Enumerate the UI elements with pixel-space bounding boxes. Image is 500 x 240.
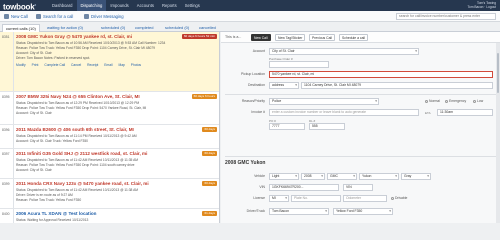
vehicle-section-title: 2008 GMC Yukon: [225, 160, 266, 166]
editor-toolbar: This is a... New Call New Tag/Sticker Pr…: [221, 32, 500, 43]
nav-settings[interactable]: Settings: [181, 0, 204, 11]
call-title[interactable]: 2011 Mazda B2600 @ 406 south 6th street,…: [16, 127, 134, 132]
call-title[interactable]: 2006 Acura TL XDAN @ Test location: [16, 211, 96, 216]
call-title[interactable]: 2007 BMW 325i Navy N24 @ 655 Clinton Ave…: [16, 94, 140, 99]
call-row[interactable]: 8397 2011 Infiniti G35 Gold SHJ @ 2112 w…: [0, 149, 219, 179]
vin-decode-button[interactable]: VIN: [343, 184, 373, 191]
tab-scheduled[interactable]: scheduled (0): [98, 24, 128, 32]
schedule-call-button[interactable]: Schedule a call: [339, 34, 368, 41]
cancel-link[interactable]: Cancel: [71, 63, 81, 67]
driver-select[interactable]: Tom Bacon: [269, 208, 329, 215]
nav-impounds[interactable]: Impounds: [106, 0, 132, 11]
eta-badge: 61 days: [202, 211, 217, 216]
vin-input[interactable]: 1GKFK66947R200...: [269, 184, 339, 191]
call-title[interactable]: 2008 GMC Yukon Gray @ 5470 yankee rd, st…: [16, 34, 132, 39]
vehicle-color-select[interactable]: Gray: [401, 173, 431, 180]
scroll-thumb[interactable]: [497, 53, 499, 93]
modify-link[interactable]: Modify: [16, 63, 26, 67]
call-row[interactable]: 8399 2011 Honda CRX Navy 123x @ 5470 yan…: [0, 179, 219, 209]
search-icon: [36, 14, 41, 19]
user-info[interactable]: Tom's Towing Tom Bacon · Logout: [467, 1, 496, 9]
license-row: License MI Plate No. Odometer Drivable: [221, 195, 500, 203]
nav-reports[interactable]: Reports: [158, 0, 181, 11]
call-list: 8351 2008 GMC Yukon Gray @ 5470 yankee r…: [0, 32, 220, 223]
email-link[interactable]: Email: [104, 63, 112, 67]
previous-call-button[interactable]: Previous Call: [309, 34, 335, 41]
tab-waiting[interactable]: waiting for action (0): [44, 24, 86, 32]
priority-normal-radio[interactable]: Normal: [425, 99, 440, 103]
po-number-input[interactable]: 7777: [269, 123, 305, 130]
top-bar: towbook6 Dashboard Dispatching Impounds …: [0, 0, 500, 12]
account-select[interactable]: City of St. Clair: [269, 48, 419, 55]
destination-row: Destination address 1104 Carney Drive, S…: [221, 82, 500, 90]
nav-dispatching[interactable]: Dispatching: [76, 0, 107, 11]
top-nav: Dashboard Dispatching Impounds Accounts …: [48, 0, 204, 11]
invoice-input[interactable]: enter a custom invoice number or leave b…: [269, 109, 419, 116]
destination-type-select[interactable]: address: [269, 82, 299, 89]
tab-completed[interactable]: completed: [132, 24, 156, 32]
license-state-select[interactable]: MI: [269, 195, 289, 202]
search-call-button[interactable]: Search for a call: [36, 13, 73, 20]
call-editor: This is a... New Call New Tag/Sticker Pr…: [221, 32, 500, 223]
call-title[interactable]: 2011 Honda CRX Navy 123x @ 5470 yankee r…: [16, 181, 149, 186]
eta-badge: 60 days: [202, 181, 217, 186]
eta-badge: 60 days: [202, 127, 217, 132]
tab-current-calls[interactable]: current calls (10): [2, 24, 40, 32]
priority-low-radio[interactable]: Low: [473, 99, 483, 103]
eta-input[interactable]: 11:30am: [437, 109, 493, 116]
map-link[interactable]: Map: [118, 63, 124, 67]
call-tabs: current calls (10) waiting for action (0…: [0, 22, 500, 32]
receipt-link[interactable]: Receipt: [87, 63, 98, 67]
drivable-checkbox[interactable]: Drivable: [391, 196, 407, 200]
priority-emergency-radio[interactable]: Emergency: [445, 99, 466, 103]
global-search-input[interactable]: search for call/invoice number/customer …: [396, 13, 496, 20]
user-sub: Tom Bacon · Logout: [467, 5, 496, 9]
eta-badge: 60 days: [202, 151, 217, 156]
print-link[interactable]: Print: [32, 63, 39, 67]
tab-cancelled[interactable]: cancelled: [196, 24, 219, 32]
message-icon: [84, 14, 89, 19]
call-row[interactable]: 8351 2008 GMC Yukon Gray @ 5470 yankee r…: [0, 32, 219, 92]
pickup-row: Pickup Location 5470 yankee rd, st. Clai…: [221, 71, 500, 79]
vehicle-make-select[interactable]: GMC: [327, 173, 357, 180]
truck-select[interactable]: Yellow Ford F350: [333, 208, 393, 215]
photos-link[interactable]: Photos: [131, 63, 141, 67]
action-bar: New Call Search for a call Driver Messag…: [0, 11, 500, 22]
dl-number-input[interactable]: 555: [309, 123, 345, 130]
pickup-location-input[interactable]: 5470 yankee rd, st. Clair, mi: [269, 71, 493, 78]
account-row: Account City of St. Clair: [221, 48, 500, 56]
destination-input[interactable]: 1104 Carney Drive, St. Clair MI 48079: [301, 82, 493, 89]
eta-badge: 60 days 6 hours: [191, 94, 217, 99]
odometer-input[interactable]: Odometer: [343, 195, 387, 202]
purchase-order-input[interactable]: [269, 61, 329, 68]
call-row[interactable]: 8396 2011 Mazda B2600 @ 406 south 6th st…: [0, 125, 219, 149]
call-row[interactable]: 8395 2007 BMW 325i Navy N24 @ 655 Clinto…: [0, 92, 219, 125]
tab-scheduled-2[interactable]: scheduled (0): [162, 24, 192, 32]
call-actions: Modify Print Complete Call Cancel Receip…: [16, 63, 146, 67]
new-call-type-button[interactable]: New Call: [251, 34, 271, 41]
call-row[interactable]: 8400 2006 Acura TL XDAN @ Test location …: [0, 209, 219, 223]
editor-scrollbar[interactable]: [496, 43, 500, 223]
reason-row: Reason/Priority Police Normal Emergency …: [221, 98, 500, 106]
nav-accounts[interactable]: Accounts: [133, 0, 158, 11]
vehicle-year-select[interactable]: 2008: [301, 173, 325, 180]
eta-badge: 60 days 6 hours 52 min: [181, 34, 217, 39]
nav-dashboard[interactable]: Dashboard: [48, 0, 77, 11]
vehicle-class-select[interactable]: Light: [269, 173, 299, 180]
vehicle-row: Vehicle Light 2008 GMC Yukon Gray: [221, 173, 500, 181]
driver-row: Driver/Truck Tom Bacon Yellow Ford F350: [221, 208, 500, 216]
invoice-row: Invoice # enter a custom invoice number …: [221, 109, 500, 117]
complete-call-link[interactable]: Complete Call: [44, 63, 65, 67]
vin-row: VIN 1GKFK66947R200... VIN: [221, 184, 500, 192]
license-plate-input[interactable]: Plate No.: [291, 195, 341, 202]
reason-select[interactable]: Police: [269, 98, 379, 105]
vehicle-model-select[interactable]: Yukon: [359, 173, 399, 180]
new-tag-button[interactable]: New Tag/Sticker: [275, 34, 306, 41]
driver-messaging-button[interactable]: Driver Messaging: [84, 13, 124, 20]
plus-icon: [4, 14, 9, 19]
call-title[interactable]: 2011 Infiniti G35 Gold SHJ @ 2112 westli…: [16, 151, 147, 156]
new-call-button[interactable]: New Call: [4, 13, 28, 20]
